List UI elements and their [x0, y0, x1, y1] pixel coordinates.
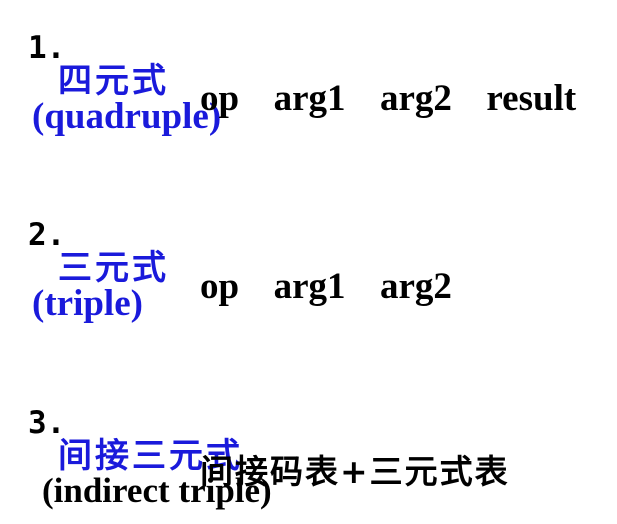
item-1-heading: 1. 四元式 (quadruple) [12, 17, 221, 151]
item-2-term-zh: 三元式 [58, 248, 169, 288]
item-1-term-zh: 四元式 [58, 61, 169, 101]
item-2-term-en: (triple) [32, 283, 143, 324]
item-1-term-en: (quadruple) [32, 96, 222, 137]
item-2-heading: 2. 三元式 (triple) [12, 204, 169, 338]
slide-page: 1. 四元式 (quadruple) op arg1 arg2 result 2… [0, 0, 617, 513]
item-2-fields: op arg1 arg2 [200, 266, 452, 307]
item-3-fields: 间接码表+三元式表 [200, 452, 510, 491]
item-1-fields: op arg1 arg2 result [200, 78, 577, 119]
